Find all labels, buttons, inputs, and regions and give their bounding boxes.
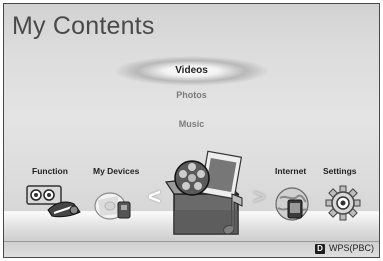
d-key-icon: D [315, 244, 325, 254]
category-label-function: Function [32, 166, 68, 176]
my-contents-screen: My Contents Videos Photos Music Function… [3, 3, 380, 258]
category-label-internet: Internet [275, 166, 307, 176]
menu-item-videos[interactable]: Videos [114, 56, 269, 86]
nav-right-arrow[interactable]: > [253, 184, 266, 210]
menu-item-photos[interactable]: Photos [114, 90, 269, 100]
nav-left-arrow[interactable]: < [148, 184, 161, 210]
internet-icon[interactable] [272, 184, 314, 229]
page-title: My Contents [12, 12, 155, 40]
category-label-my-devices: My Devices [93, 166, 140, 176]
my-contents-icon[interactable] [164, 144, 254, 244]
menu-item-music[interactable]: Music [114, 119, 269, 129]
wps-pbc-hint: WPS(PBC) [329, 243, 374, 253]
function-icon[interactable] [24, 180, 84, 225]
category-label-settings: Settings [323, 166, 357, 176]
my-devices-icon[interactable] [90, 184, 136, 227]
settings-icon[interactable] [324, 184, 362, 227]
